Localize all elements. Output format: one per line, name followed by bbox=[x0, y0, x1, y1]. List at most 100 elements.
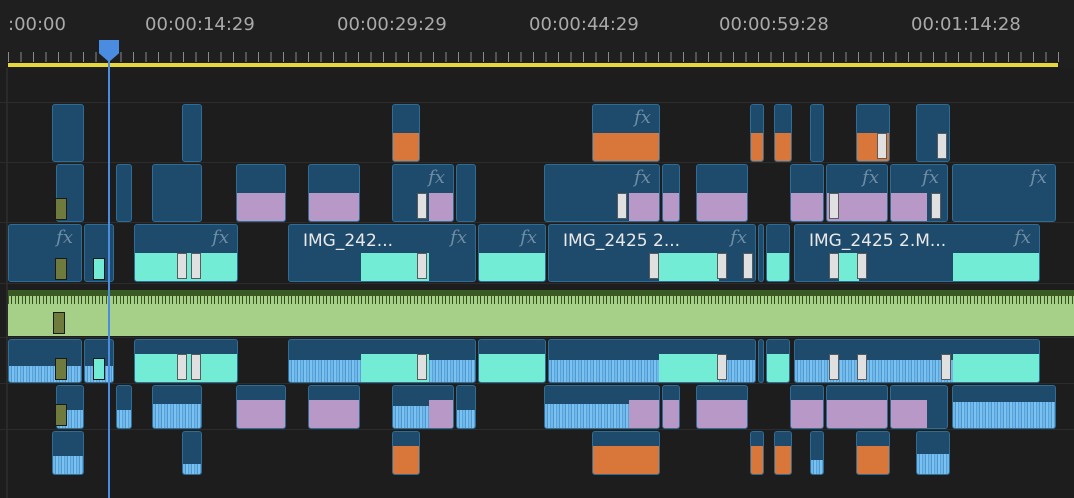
audio-clip[interactable] bbox=[916, 431, 950, 475]
video-clip[interactable] bbox=[696, 164, 748, 222]
marker-icon[interactable] bbox=[53, 312, 65, 334]
video-clip[interactable]: fx bbox=[134, 224, 238, 282]
timeline-panel: :00:00 00:00:14:29 00:00:29:29 00:00:44:… bbox=[0, 0, 1074, 498]
marker-icon[interactable] bbox=[55, 198, 67, 220]
video-clip[interactable] bbox=[52, 104, 84, 162]
video-clip[interactable]: fx bbox=[544, 164, 660, 222]
video-clip[interactable]: fx bbox=[392, 164, 454, 222]
audio-clip[interactable] bbox=[456, 385, 476, 429]
audio-clip[interactable] bbox=[236, 385, 286, 429]
audio-clip[interactable] bbox=[182, 431, 202, 475]
marker-icon[interactable] bbox=[93, 358, 105, 380]
audio-clip[interactable] bbox=[826, 385, 888, 429]
audio-clip[interactable] bbox=[758, 339, 764, 383]
transition-icon[interactable] bbox=[417, 354, 427, 380]
video-clip[interactable]: fx bbox=[826, 164, 888, 222]
transition-icon[interactable] bbox=[877, 133, 887, 159]
video-clip[interactable] bbox=[790, 164, 824, 222]
transition-icon[interactable] bbox=[417, 193, 427, 219]
time-ruler[interactable]: :00:00 00:00:14:29 00:00:29:29 00:00:44:… bbox=[0, 0, 1074, 68]
video-clip[interactable] bbox=[116, 164, 132, 222]
audio-clip[interactable] bbox=[392, 431, 420, 475]
video-clip[interactable]: IMG_242... fx bbox=[288, 224, 476, 282]
audio-clip[interactable] bbox=[766, 339, 790, 383]
transition-icon[interactable] bbox=[829, 253, 839, 279]
marker-icon[interactable] bbox=[55, 258, 67, 280]
transition-icon[interactable] bbox=[829, 354, 839, 380]
transition-icon[interactable] bbox=[931, 193, 941, 219]
video-clip[interactable] bbox=[152, 164, 202, 222]
audio-clip[interactable] bbox=[134, 339, 238, 383]
audio-clip[interactable] bbox=[8, 339, 82, 383]
video-clip[interactable] bbox=[308, 164, 360, 222]
transition-icon[interactable] bbox=[857, 354, 867, 380]
audio-clip[interactable] bbox=[750, 431, 764, 475]
video-clip[interactable] bbox=[774, 104, 792, 162]
lane-divider bbox=[0, 337, 1074, 338]
video-clip[interactable] bbox=[758, 224, 764, 282]
audio-clip[interactable] bbox=[890, 385, 948, 429]
video-clip[interactable] bbox=[766, 224, 790, 282]
fx-badge-icon: fx bbox=[428, 167, 445, 188]
audio-clip[interactable] bbox=[790, 385, 824, 429]
audio-clip[interactable] bbox=[810, 431, 824, 475]
transition-icon[interactable] bbox=[941, 354, 951, 380]
audio-clip[interactable] bbox=[548, 339, 756, 383]
audio-clip[interactable] bbox=[152, 385, 202, 429]
video-clip[interactable] bbox=[856, 104, 890, 162]
transition-icon[interactable] bbox=[717, 253, 727, 279]
audio-clip[interactable] bbox=[116, 385, 132, 429]
audio-clip[interactable] bbox=[592, 431, 660, 475]
audio-clip[interactable] bbox=[52, 431, 84, 475]
work-area-bar[interactable] bbox=[8, 63, 1058, 67]
audio-clip[interactable] bbox=[288, 339, 476, 383]
video-clip[interactable] bbox=[236, 164, 286, 222]
transition-icon[interactable] bbox=[417, 253, 427, 279]
audio-clip[interactable] bbox=[392, 385, 454, 429]
playhead-line[interactable] bbox=[108, 60, 110, 498]
video-clip[interactable]: fx bbox=[890, 164, 948, 222]
audio-clip[interactable] bbox=[478, 339, 546, 383]
audio-clip[interactable] bbox=[696, 385, 748, 429]
video-clip[interactable] bbox=[662, 164, 680, 222]
video-clip[interactable] bbox=[810, 104, 824, 162]
lane-divider bbox=[0, 222, 1074, 223]
video-clip[interactable] bbox=[182, 104, 202, 162]
audio-clip[interactable] bbox=[308, 385, 360, 429]
transition-icon[interactable] bbox=[191, 253, 201, 279]
marker-icon[interactable] bbox=[55, 404, 67, 426]
transition-icon[interactable] bbox=[177, 253, 187, 279]
video-clip[interactable] bbox=[456, 164, 476, 222]
video-clip[interactable]: IMG_2425 2.M... fx bbox=[794, 224, 1040, 282]
audio-clip[interactable] bbox=[544, 385, 660, 429]
video-clip[interactable]: fx bbox=[592, 104, 660, 162]
audio-clip[interactable] bbox=[794, 339, 1040, 383]
transition-icon[interactable] bbox=[857, 253, 867, 279]
video-clip[interactable] bbox=[750, 104, 764, 162]
transition-icon[interactable] bbox=[937, 133, 947, 159]
audio-clip-music[interactable] bbox=[8, 290, 1074, 336]
marker-icon[interactable] bbox=[93, 258, 105, 280]
audio-clip[interactable] bbox=[856, 431, 890, 475]
fx-badge-icon: fx bbox=[922, 167, 939, 188]
transition-icon[interactable] bbox=[617, 193, 627, 219]
video-clip[interactable] bbox=[392, 104, 420, 162]
transition-icon[interactable] bbox=[649, 253, 659, 279]
transition-icon[interactable] bbox=[829, 193, 839, 219]
video-clip[interactable] bbox=[916, 104, 950, 162]
transition-icon[interactable] bbox=[191, 354, 201, 380]
transition-icon[interactable] bbox=[743, 253, 753, 279]
audio-waveform bbox=[953, 402, 1055, 428]
video-clip[interactable]: fx bbox=[478, 224, 546, 282]
audio-clip[interactable] bbox=[774, 431, 792, 475]
timecode-2: 00:00:29:29 bbox=[337, 14, 447, 35]
video-clip[interactable]: fx bbox=[952, 164, 1056, 222]
marker-icon[interactable] bbox=[55, 358, 67, 380]
video-clip[interactable]: IMG_2425 2... fx bbox=[548, 224, 756, 282]
transition-icon[interactable] bbox=[177, 354, 187, 380]
audio-clip[interactable] bbox=[662, 385, 680, 429]
transition-icon[interactable] bbox=[717, 354, 727, 380]
fx-badge-icon: fx bbox=[56, 227, 73, 248]
video-clip[interactable]: fx bbox=[8, 224, 82, 282]
audio-clip[interactable] bbox=[952, 385, 1056, 429]
